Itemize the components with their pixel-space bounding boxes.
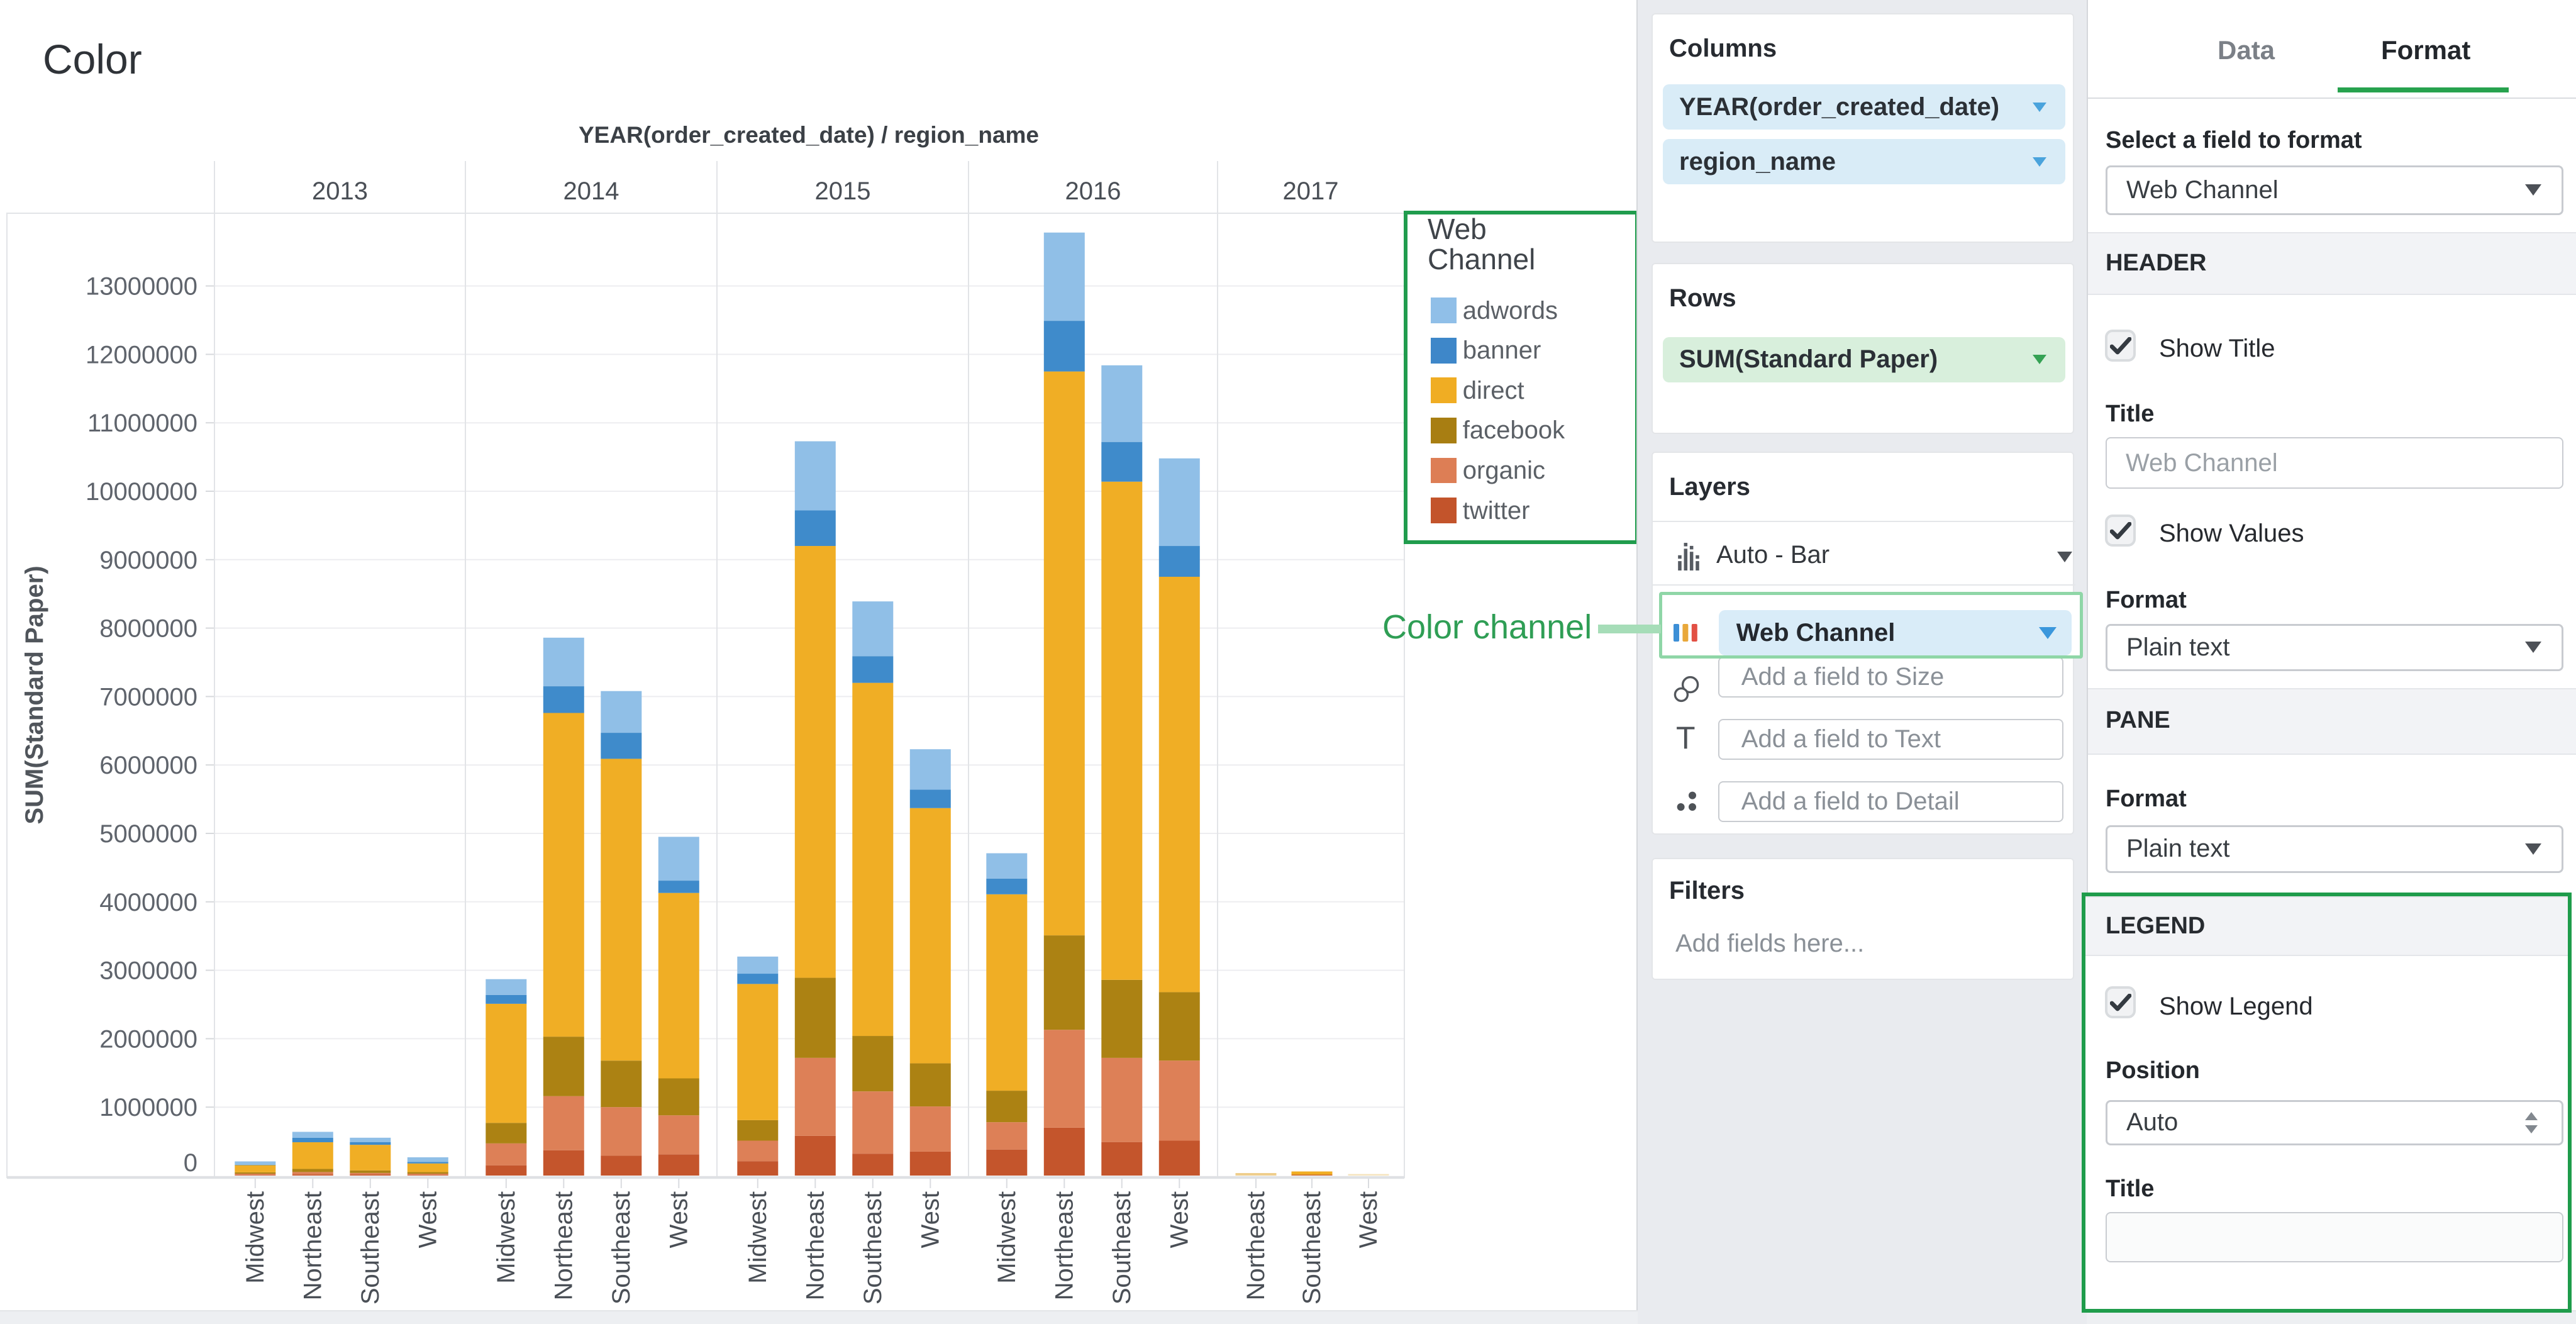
svg-text:2017: 2017 — [1283, 177, 1339, 205]
svg-text:13000000: 13000000 — [86, 273, 197, 301]
svg-text:2000000: 2000000 — [99, 1025, 197, 1053]
svg-text:Northeast: Northeast — [299, 1191, 326, 1300]
svg-text:West: West — [1355, 1191, 1382, 1248]
svg-text:West: West — [916, 1191, 944, 1248]
svg-text:Northeast: Northeast — [550, 1191, 577, 1300]
svg-text:Midwest: Midwest — [492, 1191, 520, 1284]
svg-text:3000000: 3000000 — [99, 957, 197, 985]
svg-text:0: 0 — [184, 1149, 197, 1177]
svg-text:10000000: 10000000 — [86, 478, 197, 506]
svg-text:11000000: 11000000 — [87, 409, 197, 437]
svg-text:Southeast: Southeast — [608, 1191, 635, 1305]
svg-text:SUM(Standard Paper): SUM(Standard Paper) — [21, 565, 48, 824]
svg-text:Northeast: Northeast — [1050, 1191, 1078, 1300]
svg-text:2016: 2016 — [1065, 177, 1121, 205]
svg-text:Midwest: Midwest — [744, 1191, 772, 1284]
svg-text:West: West — [1165, 1191, 1193, 1248]
svg-text:Midwest: Midwest — [242, 1191, 269, 1284]
svg-text:Southeast: Southeast — [859, 1191, 887, 1305]
svg-text:Midwest: Midwest — [993, 1191, 1021, 1284]
svg-text:5000000: 5000000 — [99, 820, 197, 848]
svg-text:6000000: 6000000 — [99, 752, 197, 779]
svg-text:8000000: 8000000 — [99, 615, 197, 643]
svg-text:12000000: 12000000 — [86, 341, 197, 369]
svg-text:Southeast: Southeast — [357, 1191, 384, 1305]
svg-text:7000000: 7000000 — [99, 683, 197, 711]
svg-text:2014: 2014 — [564, 177, 619, 205]
svg-text:West: West — [665, 1191, 692, 1248]
svg-text:4000000: 4000000 — [99, 889, 197, 916]
svg-text:Northeast: Northeast — [801, 1191, 829, 1300]
svg-text:2015: 2015 — [815, 177, 871, 205]
svg-text:1000000: 1000000 — [99, 1094, 197, 1121]
svg-text:Southeast: Southeast — [1108, 1191, 1136, 1305]
svg-text:Southeast: Southeast — [1298, 1191, 1326, 1305]
svg-text:2013: 2013 — [312, 177, 368, 205]
svg-text:Northeast: Northeast — [1242, 1191, 1270, 1300]
svg-text:West: West — [414, 1191, 441, 1248]
svg-text:9000000: 9000000 — [99, 547, 197, 574]
svg-text:YEAR(order_created_date) / reg: YEAR(order_created_date) / region_name — [579, 122, 1039, 148]
